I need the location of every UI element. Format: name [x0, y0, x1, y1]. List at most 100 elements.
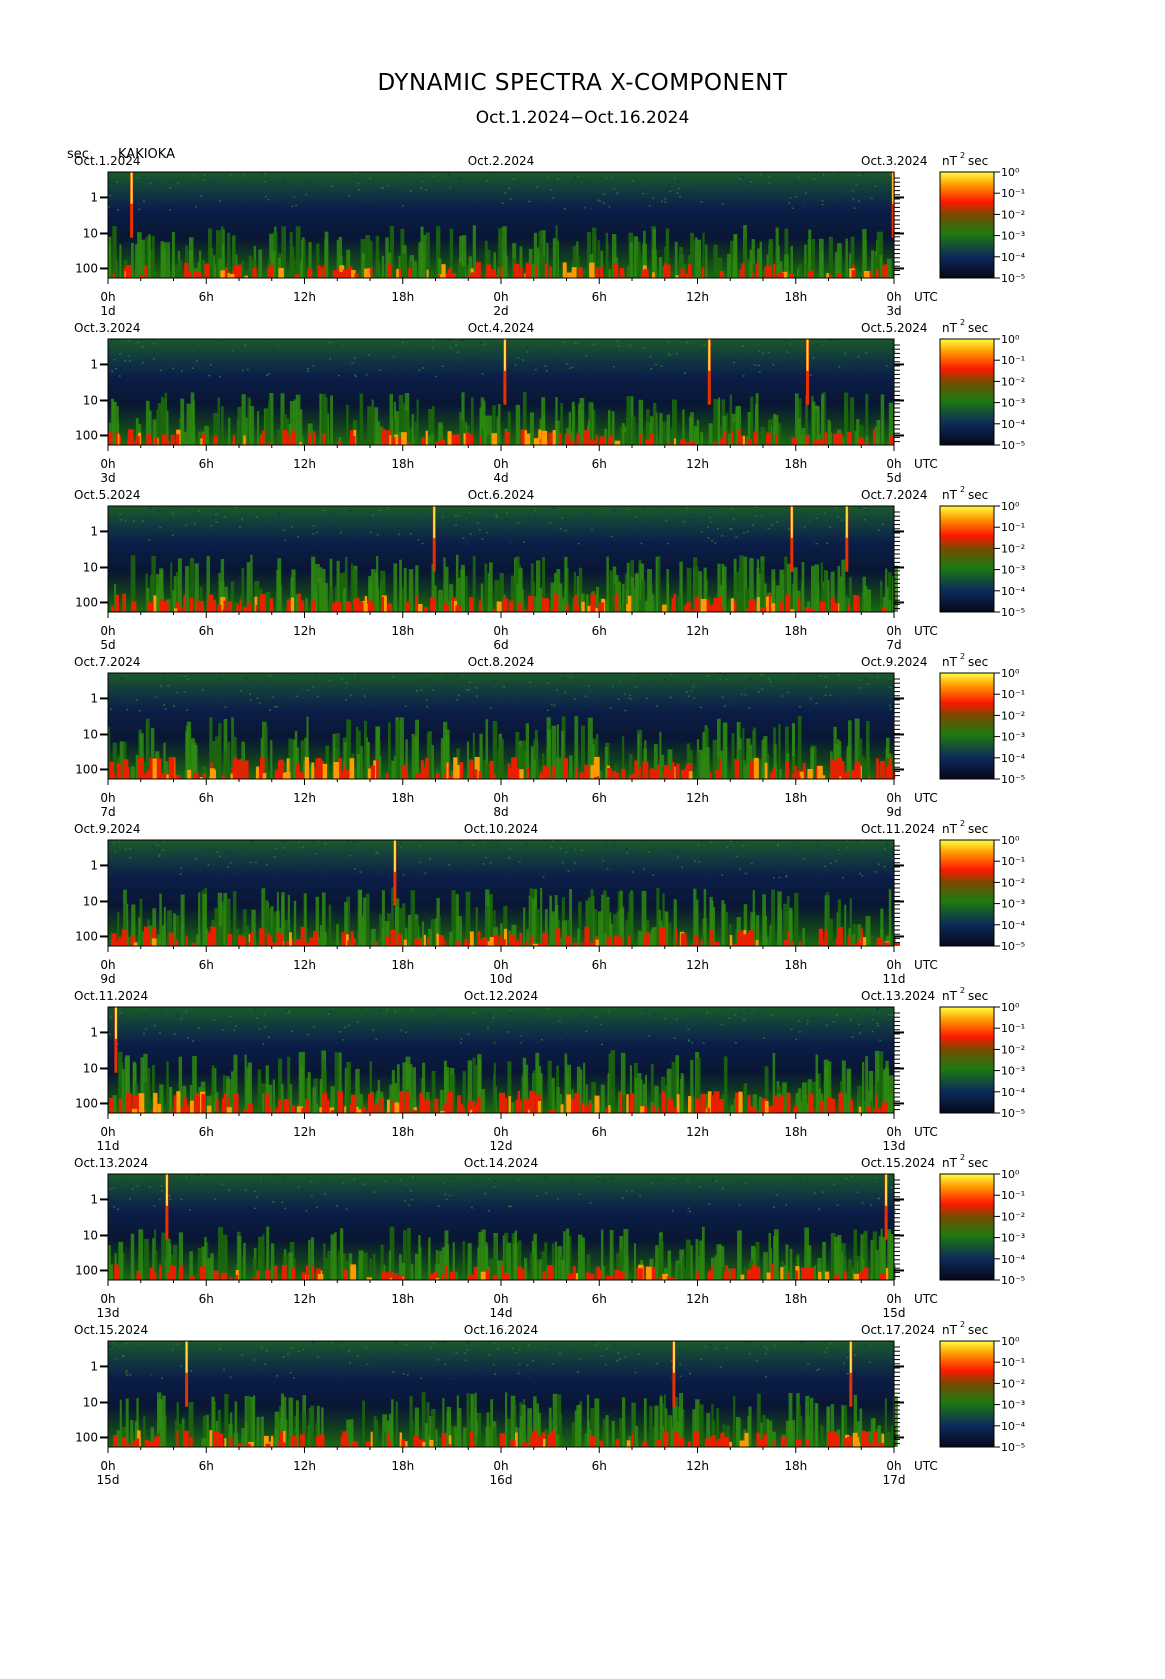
noise-speckle	[315, 1206, 318, 1209]
spectral-activity	[564, 556, 568, 612]
noise-speckle	[383, 354, 386, 356]
spectral-activity	[477, 1247, 481, 1280]
noise-speckle	[546, 709, 549, 711]
noise-speckle	[243, 848, 246, 850]
panel-mid-date: Oct.2.2024	[468, 154, 535, 168]
noise-speckle	[273, 199, 276, 201]
spectral-peak	[477, 931, 481, 946]
noise-speckle	[827, 1032, 830, 1034]
noise-speckle	[747, 1009, 750, 1012]
spectral-peak	[109, 1097, 114, 1113]
noise-speckle	[725, 535, 728, 538]
noise-speckle	[561, 517, 563, 520]
noise-speckle	[130, 688, 133, 691]
noise-speckle	[672, 1194, 675, 1196]
spectral-peak	[797, 597, 801, 612]
spectral-peak	[233, 1094, 239, 1113]
spectral-peak	[322, 763, 328, 779]
noise-speckle	[614, 531, 617, 533]
noise-speckle	[117, 208, 120, 211]
noise-speckle	[858, 192, 861, 194]
noise-speckle	[429, 858, 431, 860]
noise-speckle	[578, 679, 580, 682]
colorbar-unit-sec: sec	[968, 488, 988, 502]
spectral-activity	[401, 252, 407, 278]
noise-speckle	[418, 1209, 421, 1211]
noise-speckle	[676, 192, 679, 194]
spectral-peak	[793, 1108, 798, 1113]
noise-speckle	[424, 205, 427, 208]
spectral-peak	[590, 594, 596, 612]
noise-speckle	[570, 1043, 573, 1045]
noise-speckle	[443, 1182, 446, 1184]
panel-mid-date: Oct.10.2024	[464, 822, 538, 836]
noise-speckle	[220, 340, 223, 342]
spectral-activity	[191, 425, 196, 445]
noise-speckle	[369, 177, 372, 180]
spectral-activity	[218, 1227, 223, 1280]
noise-speckle	[354, 1018, 356, 1021]
spectral-activity	[609, 570, 614, 612]
spectral-peak	[513, 264, 520, 278]
noise-speckle	[160, 1019, 163, 1022]
noise-speckle	[467, 689, 470, 691]
noise-speckle	[597, 1176, 600, 1178]
spectral-activity	[121, 1069, 125, 1113]
noise-speckle	[254, 1190, 257, 1193]
spectral-peak	[876, 758, 879, 779]
spectral-peak	[280, 933, 284, 946]
noise-speckle	[752, 202, 755, 204]
noise-speckle	[861, 875, 864, 877]
panel-left-date: Oct.11.2024	[74, 989, 148, 1003]
spectral-peak	[167, 1272, 173, 1280]
spectral-peak	[465, 432, 471, 445]
spectral-peak	[230, 274, 235, 278]
spectral-activity	[600, 1084, 605, 1113]
noise-speckle	[516, 371, 518, 373]
noise-speckle	[711, 508, 714, 510]
noise-speckle	[829, 526, 832, 528]
spectral-peak	[586, 1272, 590, 1280]
noise-speckle	[506, 684, 509, 687]
spectral-activity	[346, 404, 349, 445]
noise-speckle	[307, 204, 310, 207]
noise-speckle	[306, 689, 309, 691]
spectral-peak	[434, 1098, 439, 1113]
noise-speckle	[748, 688, 751, 690]
noise-speckle	[499, 1198, 502, 1201]
noise-speckle	[826, 542, 829, 544]
spectral-peak	[562, 758, 568, 779]
spectral-peak	[541, 430, 548, 445]
noise-speckle	[316, 1022, 319, 1025]
spectral-activity	[324, 1257, 329, 1280]
spectral-peak	[259, 928, 265, 946]
pulsation-spike-core	[393, 840, 396, 872]
spectral-peak	[455, 941, 460, 946]
noise-speckle	[555, 689, 558, 691]
noise-speckle	[645, 1186, 648, 1188]
spectral-activity	[363, 1252, 368, 1280]
x-tick-label: 6h	[199, 958, 214, 972]
day-label: 3d	[886, 304, 901, 318]
spectral-peak	[746, 1269, 752, 1280]
noise-speckle	[542, 1028, 545, 1030]
noise-speckle	[649, 356, 652, 358]
noise-speckle	[744, 1182, 747, 1184]
noise-speckle	[672, 851, 675, 853]
utc-label: UTC	[914, 1125, 938, 1139]
noise-speckle	[234, 506, 237, 508]
colorbar-unit-exponent: 2	[960, 318, 965, 327]
spectral-activity	[135, 244, 139, 278]
noise-speckle	[452, 190, 455, 192]
noise-speckle	[853, 207, 856, 209]
colorbar-tick-label: 10⁻⁵	[1001, 1107, 1025, 1120]
spectral-peak	[381, 1272, 387, 1280]
y-tick-label: 10	[83, 226, 98, 240]
spectral-peak	[267, 273, 271, 278]
noise-speckle	[426, 705, 429, 708]
noise-speckle	[486, 532, 489, 534]
noise-speckle	[616, 709, 619, 712]
noise-speckle	[634, 686, 637, 688]
noise-speckle	[281, 1201, 284, 1203]
noise-speckle	[686, 341, 689, 344]
